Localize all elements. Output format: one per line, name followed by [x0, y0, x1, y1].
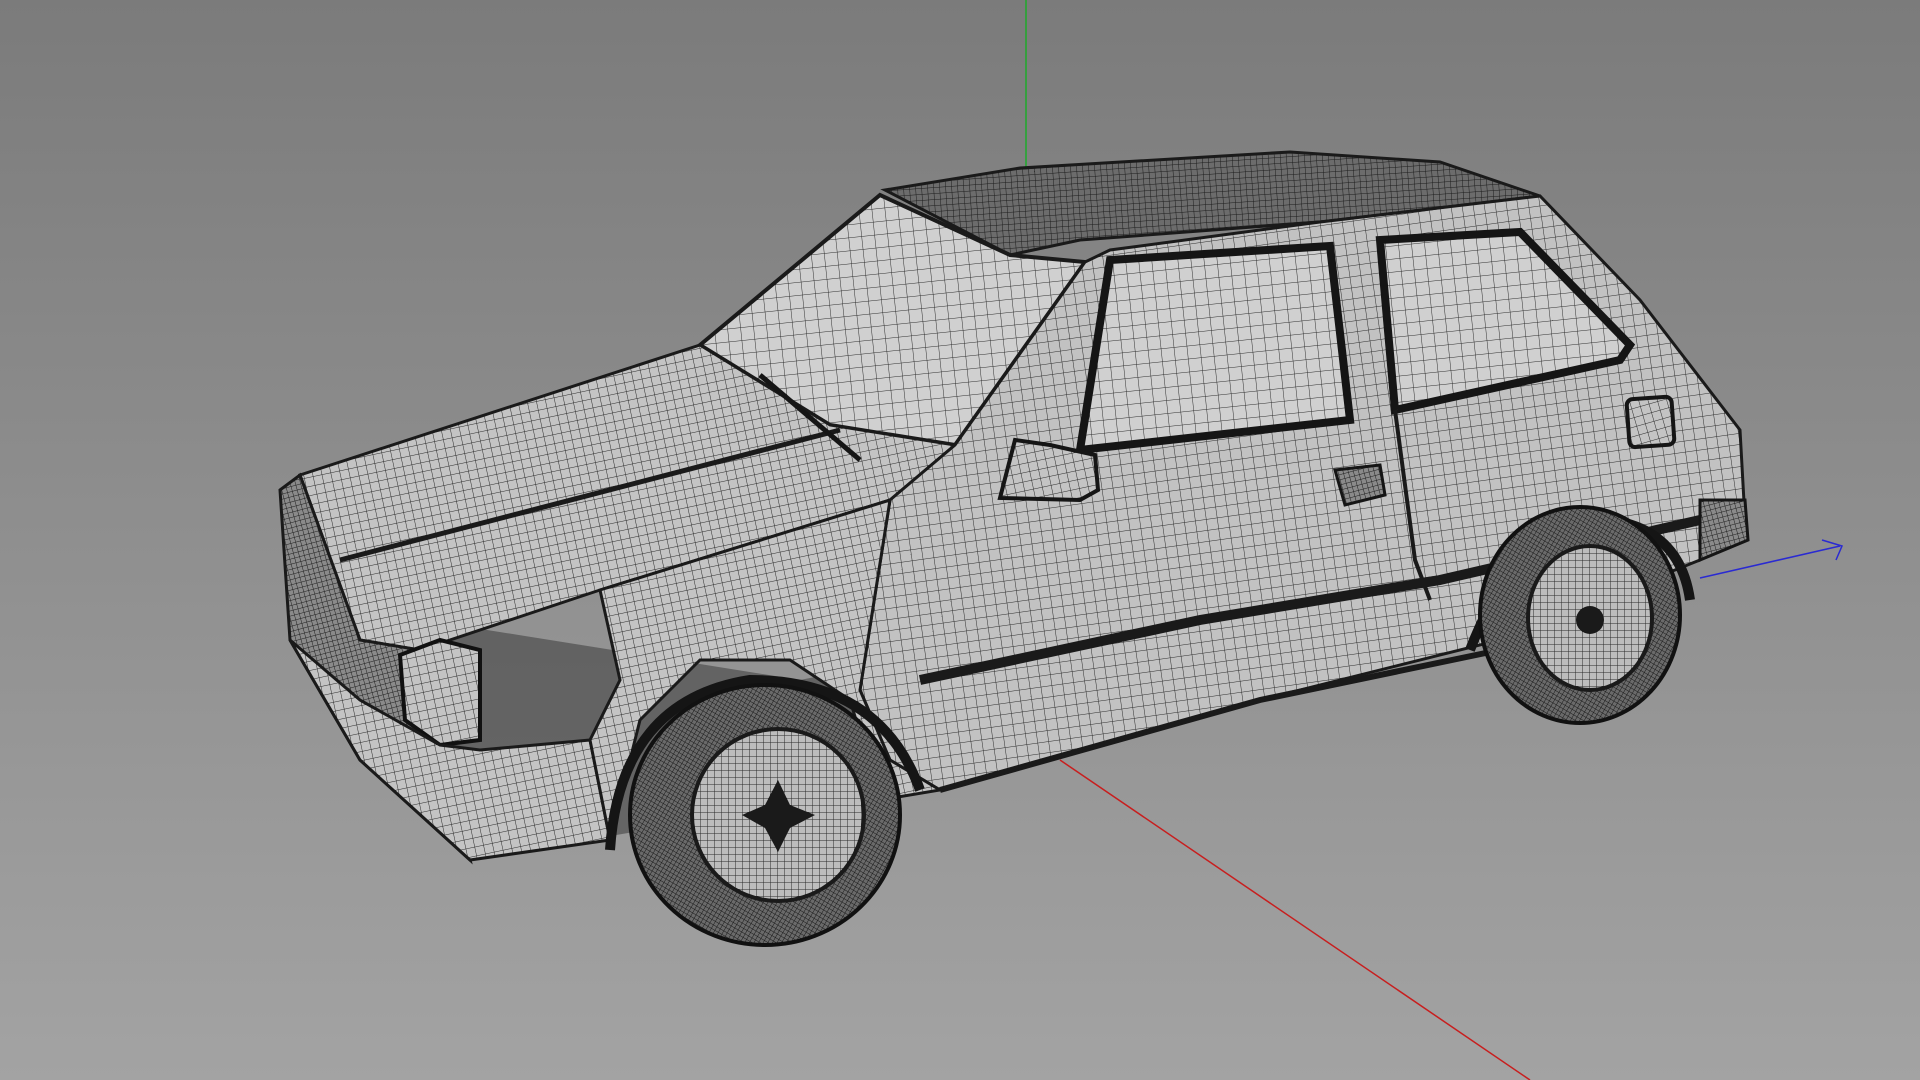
- scene-canvas[interactable]: [0, 0, 1920, 1080]
- rear-wheel: [1478, 505, 1682, 725]
- front-side-window: [1075, 241, 1355, 455]
- fuel-cap: [1624, 394, 1677, 450]
- 3d-viewport[interactable]: [0, 0, 1920, 1080]
- front-wheel: [628, 683, 902, 947]
- x-axis-line: [1059, 759, 1531, 1080]
- car-model[interactable]: [278, 150, 1750, 947]
- rear-bumper: [1698, 498, 1750, 563]
- rear-hub-cap: [1576, 606, 1604, 634]
